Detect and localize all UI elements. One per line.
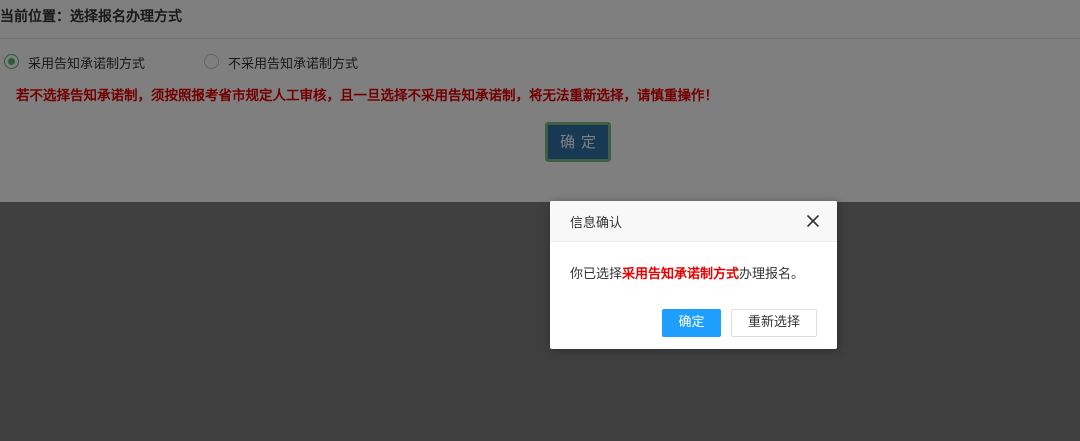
modal-overlay [0,0,1080,441]
dialog-message: 你已选择采用告知承诺制方式办理报名。 [570,263,804,282]
close-icon[interactable] [805,213,821,229]
dialog-reselect-button[interactable]: 重新选择 [731,309,817,337]
dialog-message-prefix: 你已选择 [570,267,623,282]
page: 当前位置：选择报名办理方式 采用告知承诺制方式 不采用告知承诺制方式 若不选择告… [0,0,1080,441]
confirm-dialog: 信息确认 你已选择采用告知承诺制方式办理报名。 确定 重新选择 [550,201,837,349]
dialog-title: 信息确认 [570,216,623,231]
dialog-confirm-button[interactable]: 确定 [662,309,721,337]
dialog-message-highlight: 采用告知承诺制方式 [622,267,740,282]
dialog-message-suffix: 办理报名。 [739,267,805,282]
dialog-header: 信息确认 [550,201,837,242]
